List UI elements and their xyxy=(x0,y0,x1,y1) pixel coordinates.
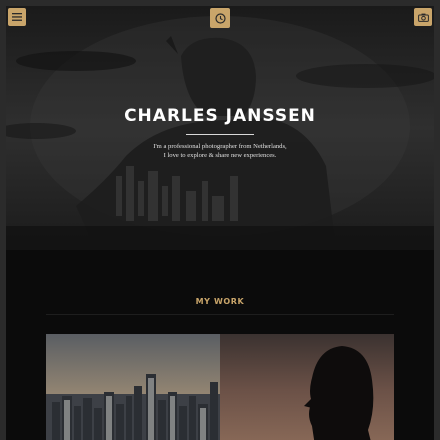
clock-icon xyxy=(214,12,226,24)
name-divider xyxy=(186,134,254,135)
photographer-name: CHARLES JANSSEN xyxy=(124,106,316,126)
page: CHARLES JANSSEN I'm a professional photo… xyxy=(6,6,434,440)
work-divider xyxy=(46,314,394,315)
city-skyline-photo xyxy=(46,334,220,440)
camera-button[interactable] xyxy=(414,8,432,26)
my-work-heading: MY WORK xyxy=(195,297,245,306)
camera-icon xyxy=(417,13,429,22)
bio-line-1: I'm a professional photographer from Net… xyxy=(153,143,287,150)
portfolio-item-portrait[interactable] xyxy=(220,334,394,440)
bio-line-2: I love to explore & share new experience… xyxy=(163,152,277,159)
hero-section: CHARLES JANSSEN I'm a professional photo… xyxy=(6,6,434,250)
menu-icon xyxy=(12,13,22,21)
clock-button[interactable] xyxy=(210,8,230,28)
portrait-silhouette-photo xyxy=(220,334,394,440)
menu-button[interactable] xyxy=(8,8,26,26)
portfolio-item-city[interactable] xyxy=(46,334,220,440)
hero-intro: CHARLES JANSSEN I'm a professional photo… xyxy=(6,106,434,160)
